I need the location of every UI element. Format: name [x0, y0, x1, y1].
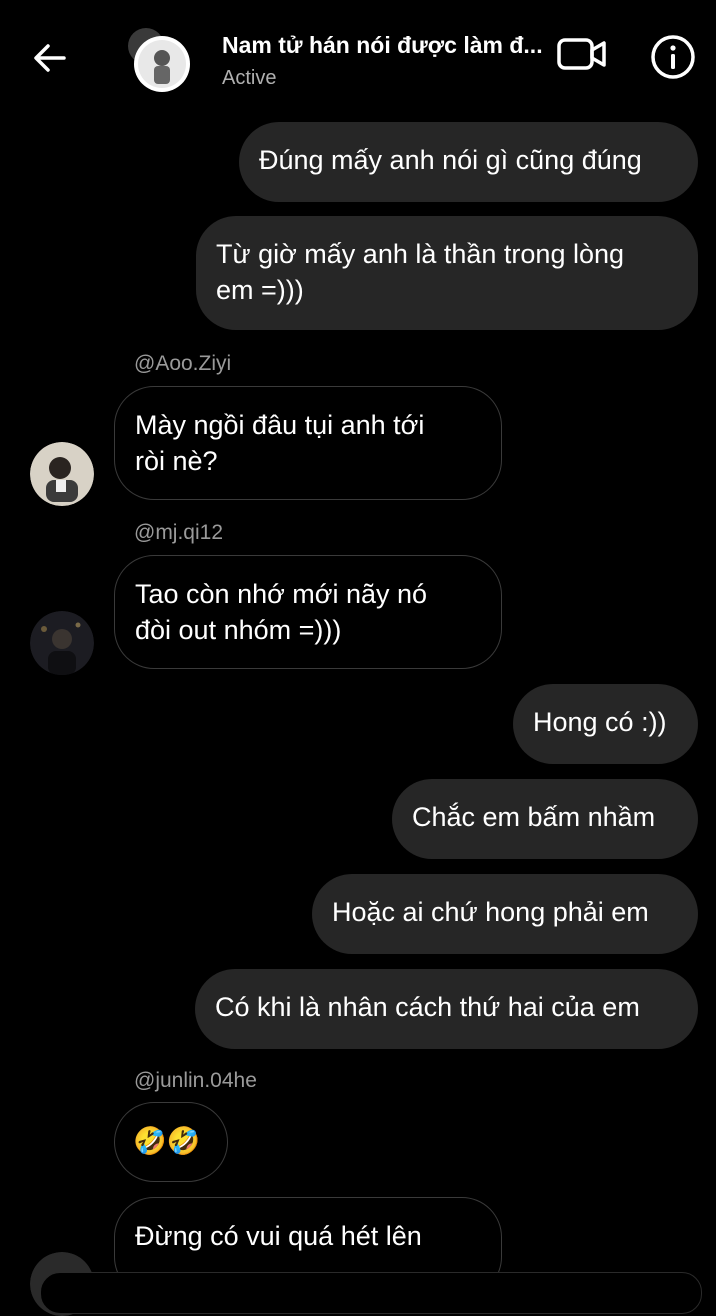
sender-name[interactable]: @mj.qi12 [134, 521, 223, 545]
sender-name[interactable]: @Aoo.Ziyi [134, 352, 231, 376]
message-text: Hong có :)) [533, 707, 667, 737]
message-text: Đúng mấy anh nói gì cũng đúng [259, 145, 642, 175]
message-text-line: Tao còn nhớ mới nãy nó [135, 579, 428, 609]
message-text: Hoặc ai chứ hong phải em [332, 897, 649, 927]
chat-title[interactable]: Nam tử hán nói được làm đ... [222, 32, 562, 59]
group-avatar[interactable] [124, 26, 194, 96]
message-text-line: em =))) [216, 275, 304, 305]
message-bubble-outgoing[interactable]: Chắc em bấm nhầm [392, 779, 698, 859]
sender-name[interactable]: @junlin.04he [134, 1069, 257, 1093]
message-text-line: Mày ngồi đâu tụi anh tới [135, 410, 425, 440]
chat-header: Nam tử hán nói được làm đ... Active [0, 0, 716, 108]
user-avatar[interactable] [30, 611, 94, 675]
message-bubble-outgoing[interactable]: Hoặc ai chứ hong phải em [312, 874, 698, 954]
message-bubble-incoming[interactable]: 🤣🤣 [114, 1102, 228, 1182]
active-status: Active [222, 67, 277, 89]
message-text: Có khi là nhân cách thứ hai của em [215, 992, 640, 1022]
message-text-line: Từ giờ mấy anh là thần trong lòng [216, 239, 625, 269]
user-avatar[interactable] [30, 442, 94, 506]
laughing-emoji: 🤣🤣 [133, 1126, 201, 1156]
info-icon[interactable] [650, 34, 696, 80]
message-text-line: đòi out nhóm =))) [135, 615, 342, 645]
message-text: Chắc em bấm nhầm [412, 802, 656, 832]
message-bubble-incoming[interactable]: Mày ngồi đâu tụi anh tới ròi nè? [114, 386, 502, 500]
message-bubble-outgoing[interactable]: Hong có :)) [513, 684, 698, 764]
video-call-icon[interactable] [556, 34, 608, 74]
message-bubble-outgoing[interactable]: Có khi là nhân cách thứ hai của em [195, 969, 698, 1049]
message-bubble-outgoing[interactable]: Đúng mấy anh nói gì cũng đúng [239, 122, 698, 202]
message-bubble-outgoing[interactable]: Từ giờ mấy anh là thần trong lòng em =))… [196, 216, 698, 330]
message-bubble-incoming[interactable]: Tao còn nhớ mới nãy nó đòi out nhóm =))) [114, 555, 502, 669]
message-composer[interactable] [40, 1272, 702, 1314]
message-text-line: ròi nè? [135, 446, 218, 476]
message-text: Đừng có vui quá hét lên [135, 1221, 422, 1251]
arrow-left-icon[interactable] [30, 38, 70, 78]
